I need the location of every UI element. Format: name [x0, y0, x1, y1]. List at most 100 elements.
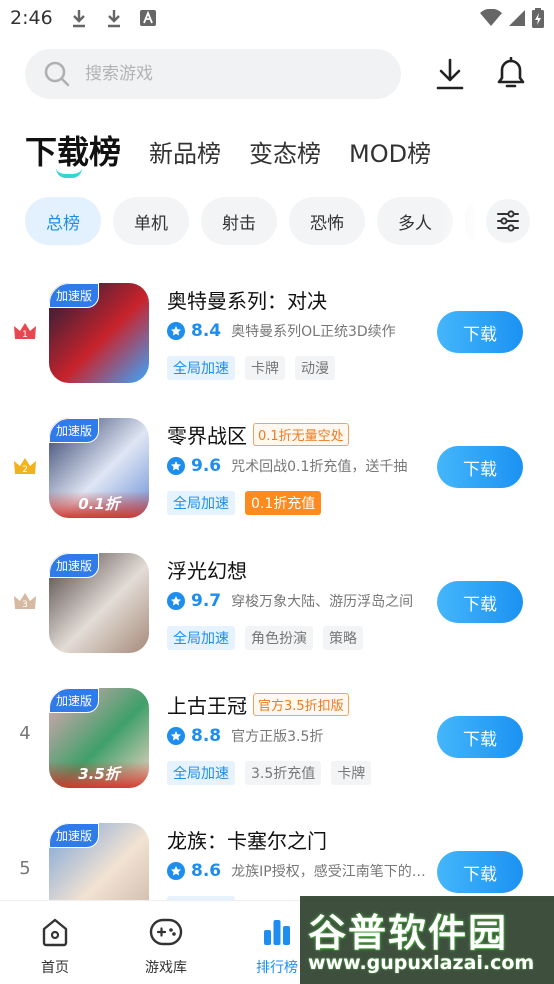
game-icon[interactable]: 加速版 0.1折 — [49, 418, 149, 518]
game-description: 龙族IP授权，感受江南笔下的龙族世界 — [231, 864, 431, 880]
game-score: 9.7 — [191, 591, 222, 611]
game-row[interactable]: 3 加速版 浮光幻想 9.7 穿梭万象大陆、游历浮岛之间 全局加速 角色扮演 策略 … — [0, 540, 554, 660]
gamepad-icon — [149, 918, 183, 946]
rank-crown-icon: 3 — [14, 593, 36, 610]
tab-label: MOD榜 — [349, 140, 432, 168]
ranking-tabs: 下载榜 新品榜 变态榜 MOD榜 — [25, 118, 459, 178]
download-button[interactable]: 下载 — [437, 446, 523, 488]
download-button[interactable]: 下载 — [437, 311, 523, 353]
status-bar: 2:46 — [0, 0, 554, 38]
game-score: 9.6 — [191, 456, 222, 476]
game-icon[interactable]: 加速版 3.5折 — [49, 688, 149, 788]
download-icon — [436, 58, 464, 90]
accelerated-badge: 加速版 — [49, 283, 100, 308]
search-icon — [44, 61, 70, 87]
game-description: 奥特曼系列OL正统3D续作 — [231, 324, 396, 340]
game-icon[interactable]: 加速版 — [49, 283, 149, 383]
chip-single-player[interactable]: 单机 — [113, 197, 189, 245]
game-tag: 全局加速 — [167, 761, 235, 785]
chips-fade — [440, 197, 480, 245]
ranking-icon — [264, 920, 290, 945]
filter-button[interactable] — [486, 199, 530, 243]
star-icon — [167, 727, 185, 745]
accelerated-badge: 加速版 — [49, 553, 100, 578]
game-name: 零界战区 — [167, 424, 247, 448]
tab-modded-ranking[interactable]: 变态榜 — [249, 134, 321, 174]
download-status-icon — [108, 10, 120, 28]
game-row[interactable]: 4 加速版 3.5折 上古王冠 官方3.5折扣版 8.8 官方正版3.5折 全局… — [0, 675, 554, 795]
game-tag: 卡牌 — [245, 356, 285, 380]
game-row[interactable]: 1 加速版 奥特曼系列：对决 8.4 奥特曼系列OL正统3D续作 全局加速 卡牌动… — [0, 270, 554, 390]
search-input[interactable] — [85, 64, 365, 84]
star-icon — [167, 457, 185, 475]
rank-number: 4 — [19, 723, 31, 744]
search-bar[interactable] — [25, 49, 401, 99]
chip-horror[interactable]: 恐怖 — [289, 197, 365, 245]
tab-new-ranking[interactable]: 新品榜 — [149, 134, 221, 174]
game-name: 上古王冠 — [167, 694, 247, 718]
wifi-icon — [480, 9, 502, 26]
nav-game-library[interactable]: 游戏库 — [131, 915, 201, 977]
game-title-line: 龙族：卡塞尔之门 — [167, 825, 327, 854]
game-name: 龙族：卡塞尔之门 — [167, 829, 327, 853]
nav-home[interactable]: 首页 — [20, 915, 90, 977]
tab-mod-ranking[interactable]: MOD榜 — [349, 134, 431, 174]
game-score: 8.8 — [191, 726, 222, 746]
game-title-line: 上古王冠 官方3.5折扣版 — [167, 690, 349, 719]
chip-all[interactable]: 总榜 — [25, 197, 101, 245]
game-score: 8.6 — [191, 861, 222, 881]
accelerated-badge: 加速版 — [49, 823, 100, 848]
discount-badge: 3.5折 — [49, 761, 149, 788]
notification-button[interactable] — [491, 52, 531, 96]
status-time: 2:46 — [10, 7, 53, 29]
rank-crown-icon: 2 — [14, 458, 36, 475]
game-tag: 全局加速 — [167, 356, 235, 380]
game-tags: 全局加速 0.1折充值 — [167, 491, 322, 515]
download-manager-button[interactable] — [430, 52, 470, 96]
star-icon — [167, 592, 185, 610]
tab-download-ranking[interactable]: 下载榜 — [25, 130, 122, 178]
accelerated-badge: 加速版 — [49, 688, 100, 713]
game-tag: 卡牌 — [331, 761, 372, 785]
discount-badge: 0.1折 — [49, 491, 149, 518]
game-tags: 全局加速 3.5折充值 卡牌 — [167, 761, 372, 785]
watermark: 谷普软件园 www.gupuxlazai.com — [300, 896, 554, 984]
home-icon — [42, 918, 68, 947]
game-row[interactable]: 2 加速版 0.1折 零界战区 0.1折无量空处 9.6 咒术回战0.1折充值，… — [0, 405, 554, 525]
category-chips: 总榜 单机 射击 恐怖 多人 — [25, 197, 475, 247]
nav-label: 游戏库 — [145, 960, 187, 976]
tab-label: 下载榜 — [25, 133, 122, 171]
rank-number: 1 — [22, 330, 28, 340]
rank-crown-icon: 1 — [14, 323, 36, 340]
rank-number: 5 — [19, 858, 31, 879]
signal-icon — [509, 10, 525, 26]
game-tag: 0.1折充值 — [245, 491, 322, 515]
app-status-icon — [140, 10, 156, 26]
game-name: 奥特曼系列：对决 — [167, 289, 327, 313]
download-button[interactable]: 下载 — [437, 851, 523, 893]
game-score-line: 8.4 奥特曼系列OL正统3D续作 — [167, 321, 431, 341]
battery-icon — [532, 8, 544, 28]
rank-number: 2 — [22, 465, 28, 475]
game-title-line: 奥特曼系列：对决 — [167, 285, 327, 314]
game-description: 官方正版3.5折 — [231, 729, 324, 745]
game-tag: 全局加速 — [167, 626, 235, 650]
download-button[interactable]: 下载 — [437, 716, 523, 758]
game-description: 穿梭万象大陆、游历浮岛之间 — [231, 594, 414, 610]
download-button[interactable]: 下载 — [437, 581, 523, 623]
chip-shooter[interactable]: 射击 — [201, 197, 277, 245]
game-score-line: 8.8 官方正版3.5折 — [167, 726, 431, 746]
game-icon[interactable]: 加速版 — [49, 553, 149, 653]
nav-label: 首页 — [41, 960, 69, 976]
game-score-line: 9.7 穿梭万象大陆、游历浮岛之间 — [167, 591, 431, 611]
game-tags: 全局加速 角色扮演 策略 — [167, 626, 363, 650]
game-tag: 全局加速 — [167, 491, 235, 515]
game-title-line: 浮光幻想 — [167, 555, 247, 584]
game-name: 浮光幻想 — [167, 559, 247, 583]
game-tag: 角色扮演 — [245, 626, 313, 650]
star-icon — [167, 322, 185, 340]
game-tag: 动漫 — [295, 356, 335, 380]
game-score-line: 9.6 咒术回战0.1折充值，送千抽 — [167, 456, 431, 476]
game-tag: 策略 — [323, 626, 363, 650]
watermark-title: 谷普软件园 — [308, 911, 509, 955]
